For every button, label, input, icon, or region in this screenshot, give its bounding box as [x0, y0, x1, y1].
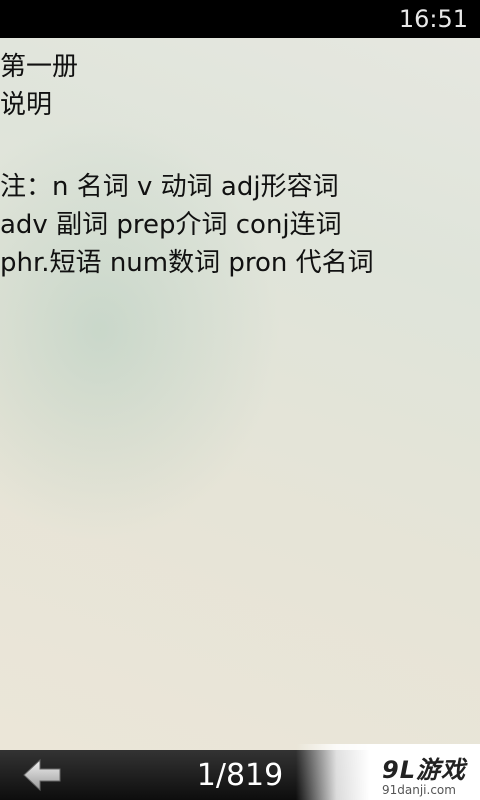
status-bar: 16:51	[0, 0, 480, 38]
text-line: adv 副词 prep介词 conj连词	[0, 210, 342, 240]
text-line: phr.短语 num数词 pron 代名词	[0, 248, 374, 278]
watermark-url: 91danji.com	[382, 783, 456, 797]
reader-content[interactable]: 第一册 说明 注：n 名词 v 动词 adj形容词 adv 副词 prep介词 …	[0, 48, 470, 282]
text-line: 第一册	[0, 52, 79, 82]
watermark-logo: 9L游戏	[382, 756, 466, 784]
text-line: 说明	[0, 90, 53, 120]
site-watermark: 9L游戏 91danji.com	[296, 744, 480, 800]
status-clock: 16:51	[398, 5, 468, 33]
text-line: 注：n 名词 v 动词 adj形容词	[0, 172, 339, 202]
reader-screen: 16:51 第一册 说明 注：n 名词 v 动词 adj形容词 adv 副词 p…	[0, 0, 480, 800]
